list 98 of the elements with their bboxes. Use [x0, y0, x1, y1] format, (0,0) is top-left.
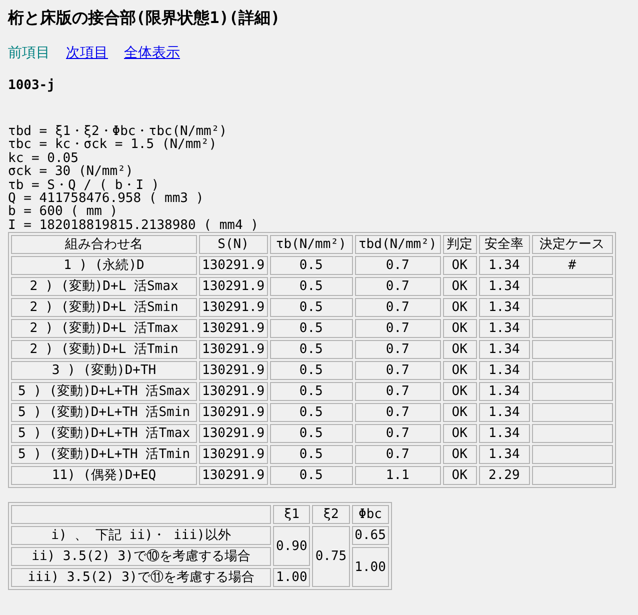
judgement: OK — [442, 361, 477, 380]
formula-line: I = 182018819815.2138980 ( mm4 ) — [8, 218, 260, 232]
coefficient-value: 0.65 — [352, 526, 389, 546]
judgement: OK — [442, 403, 477, 422]
shear-stress: 0.5 — [270, 277, 353, 296]
safety-factor: 2.29 — [478, 466, 530, 486]
shear-stress: 0.5 — [270, 403, 353, 422]
judgement: OK — [442, 424, 477, 444]
combination-name: 1 ) (永続)D — [11, 256, 197, 276]
column-header: 決定ケース — [532, 235, 613, 254]
safety-factor: 1.34 — [478, 298, 530, 318]
allowable-stress: 0.7 — [354, 382, 441, 402]
combination-name: 2 ) (変動)D+L 活Tmin — [11, 340, 197, 360]
case-label: i) 、 下記 ii)・ iii)以外 — [11, 526, 271, 546]
combination-name: 5 ) (変動)D+L+TH 活Tmin — [11, 445, 197, 464]
shear-stress: 0.5 — [270, 382, 353, 402]
safety-factor: 1.34 — [478, 340, 530, 360]
load-value: 130291.9 — [199, 466, 268, 486]
formula-line: kc = 0.05 — [8, 152, 80, 166]
combination-name: 2 ) (変動)D+L 活Tmax — [11, 319, 197, 338]
coefficient-value: 1.00 — [273, 568, 310, 588]
shear-stress: 0.5 — [270, 256, 353, 276]
shear-stress: 0.5 — [270, 424, 353, 444]
load-value: 130291.9 — [199, 424, 268, 444]
column-header: τbd(N/mm²) — [354, 235, 441, 254]
allowable-stress: 0.7 — [354, 403, 441, 422]
allowable-stress: 0.7 — [354, 361, 441, 380]
column-header: ξ2 — [312, 505, 350, 524]
coefficient-value: 1.00 — [352, 547, 389, 588]
coefficient-value: 0.90 — [273, 526, 310, 566]
governing-case: # — [532, 256, 613, 276]
allowable-stress: 0.7 — [354, 319, 441, 338]
case-label: ii) 3.5(2) 3)で⑩を考慮する場合 — [11, 547, 271, 566]
load-value: 130291.9 — [199, 382, 268, 402]
shear-stress: 0.5 — [270, 319, 353, 338]
coefficient-value: 0.75 — [312, 526, 350, 588]
case-label: iii) 3.5(2) 3)で⑪を考慮する場合 — [11, 568, 271, 588]
safety-factor: 1.34 — [478, 424, 530, 444]
formula-line: τb = S・Q / ( b・I ) — [8, 178, 160, 192]
combination-name: 5 ) (変動)D+L+TH 活Smax — [11, 382, 197, 402]
shear-stress: 0.5 — [270, 340, 353, 360]
combination-name: 2 ) (変動)D+L 活Smax — [11, 277, 197, 296]
combination-name: 5 ) (変動)D+L+TH 活Tmax — [11, 424, 197, 444]
combination-name: 5 ) (変動)D+L+TH 活Smin — [11, 403, 197, 422]
formula-line: Q = 411758476.958 ( mm3 ) — [8, 192, 205, 206]
allowable-stress: 0.7 — [354, 256, 441, 276]
column-header: 判定 — [442, 235, 477, 254]
judgement: OK — [442, 382, 477, 402]
safety-factor: 1.34 — [478, 361, 530, 380]
judgement: OK — [442, 298, 477, 318]
allowable-stress: 0.7 — [354, 424, 441, 444]
shear-stress: 0.5 — [270, 361, 353, 380]
allowable-stress: 0.7 — [354, 298, 441, 318]
safety-factor: 1.34 — [478, 256, 530, 276]
load-value: 130291.9 — [199, 361, 268, 380]
safety-factor: 1.34 — [478, 319, 530, 338]
load-value: 130291.9 — [199, 298, 268, 318]
judgement: OK — [442, 445, 477, 464]
allowable-stress: 1.1 — [354, 466, 441, 486]
nav-link[interactable]: 前項目 — [8, 44, 50, 62]
shear-stress: 0.5 — [270, 445, 353, 464]
judgement: OK — [442, 319, 477, 338]
safety-factor: 1.34 — [478, 445, 530, 464]
safety-factor: 1.34 — [478, 277, 530, 296]
page-title: 桁と床版の接合部(限界状態1)(詳細) — [8, 8, 282, 28]
item-id: 1003-j — [8, 78, 56, 93]
allowable-stress: 0.7 — [354, 340, 441, 360]
column-header: 安全率 — [478, 235, 530, 254]
load-value: 130291.9 — [199, 340, 268, 360]
formula-line: σck = 30 (N/mm²) — [8, 165, 134, 179]
nav-link[interactable]: 全体表示 — [124, 44, 180, 62]
column-header: ξ1 — [273, 505, 310, 524]
safety-factor: 1.34 — [478, 403, 530, 422]
column-header: S(N) — [199, 235, 268, 254]
judgement: OK — [442, 277, 477, 296]
combination-name: 11) (偶発)D+EQ — [11, 466, 197, 486]
load-value: 130291.9 — [199, 319, 268, 338]
allowable-stress: 0.7 — [354, 277, 441, 296]
load-value: 130291.9 — [199, 277, 268, 296]
formula-line: b = 600 ( mm ) — [8, 205, 118, 219]
formula-line: τbd = ξ1・ξ2・Φbc・τbc(N/mm²) — [8, 125, 228, 138]
shear-stress: 0.5 — [270, 298, 353, 318]
judgement: OK — [442, 256, 477, 276]
combination-name: 3 ) (変動)D+TH — [11, 361, 197, 380]
combination-name: 2 ) (変動)D+L 活Smin — [11, 298, 197, 318]
column-header: Φbc — [352, 505, 389, 524]
judgement: OK — [442, 466, 477, 486]
nav-link[interactable]: 次項目 — [66, 44, 108, 62]
safety-factor: 1.34 — [478, 382, 530, 402]
formula-line: τbc = kc・σck = 1.5 (N/mm²) — [8, 138, 217, 152]
load-value: 130291.9 — [199, 403, 268, 422]
column-header: 組み合わせ名 — [11, 235, 197, 254]
column-header: τb(N/mm²) — [270, 235, 353, 254]
shear-stress: 0.5 — [270, 466, 353, 486]
allowable-stress: 0.7 — [354, 445, 441, 464]
load-value: 130291.9 — [199, 256, 268, 276]
judgement: OK — [442, 340, 477, 360]
load-value: 130291.9 — [199, 445, 268, 464]
